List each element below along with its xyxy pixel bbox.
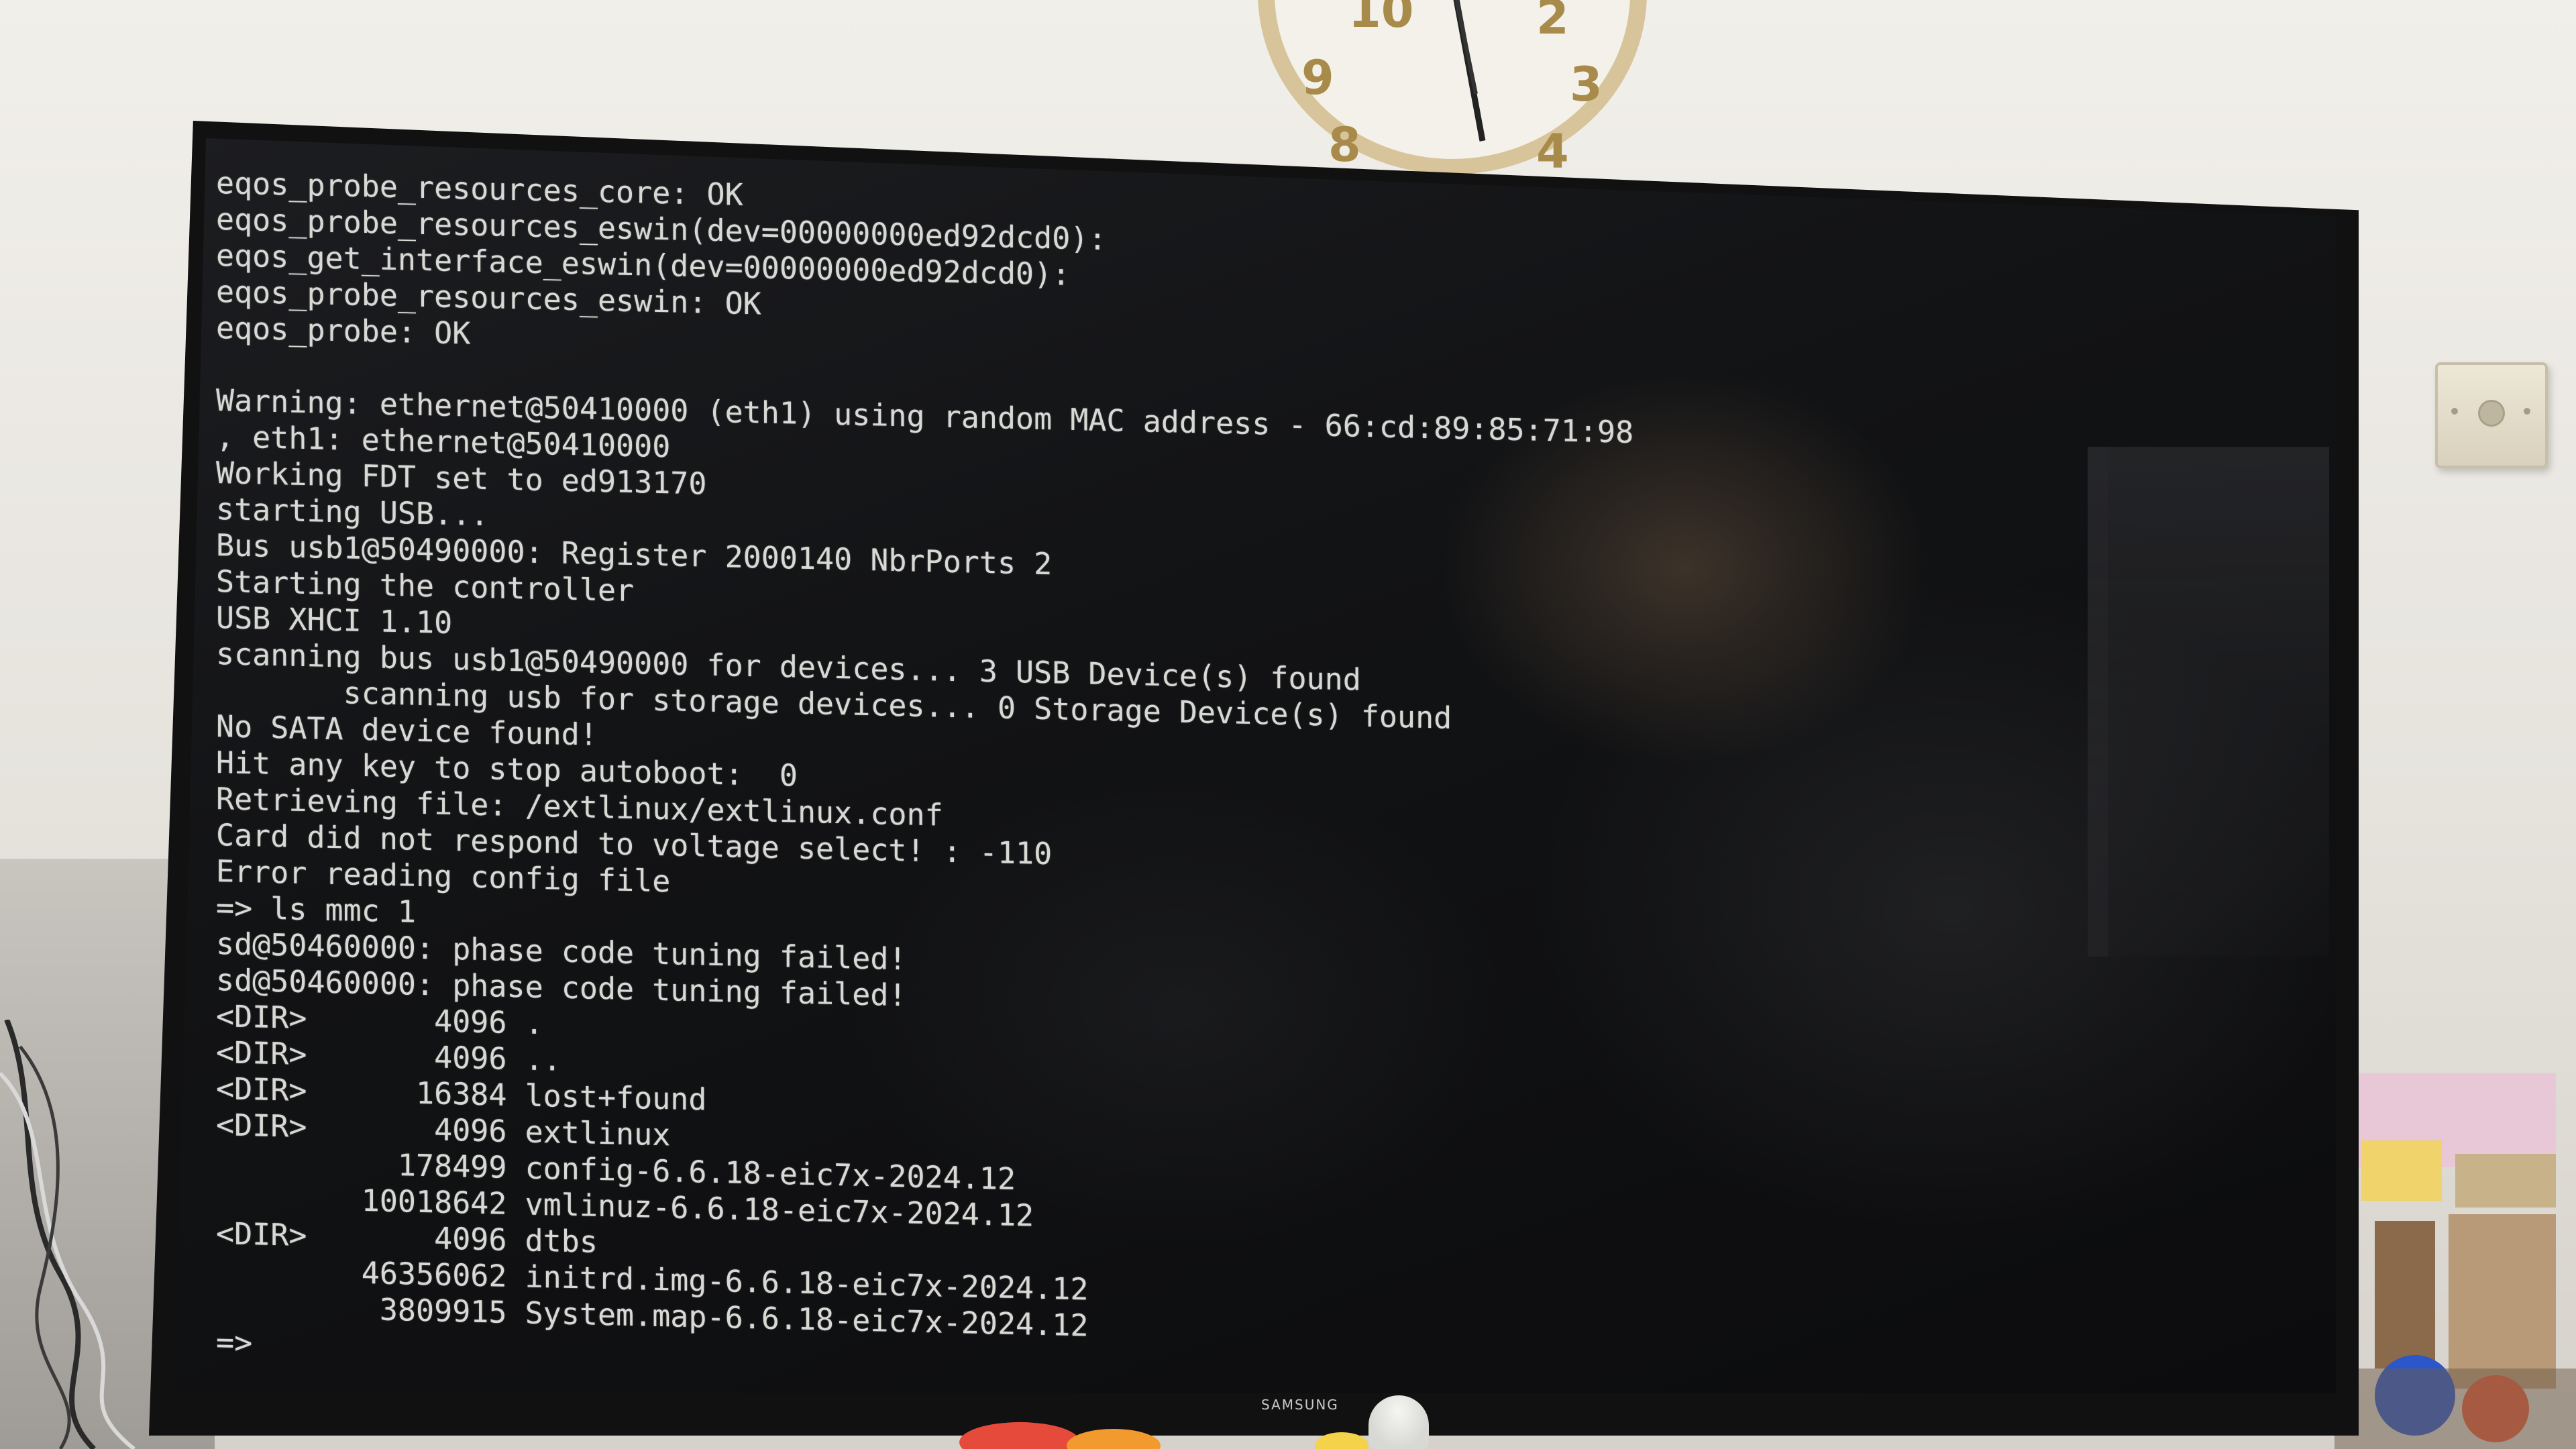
wall-switch-plate bbox=[2435, 362, 2548, 468]
tv-screen: eqos_probe_resources_core: OK eqos_probe_… bbox=[176, 138, 2336, 1393]
clock-numeral-8: 8 bbox=[1328, 117, 1361, 172]
photo-scene: 10 2 9 3 8 4 eqos_probe_resources_core: … bbox=[0, 0, 2576, 1449]
shelf-toys bbox=[959, 1422, 1368, 1449]
clock-numeral-9: 9 bbox=[1301, 50, 1334, 105]
clock-numeral-2: 2 bbox=[1536, 0, 1569, 45]
shelf-clutter bbox=[2334, 1073, 2576, 1449]
switch-screw bbox=[2524, 408, 2530, 415]
switch-knob bbox=[2478, 400, 2505, 427]
cables bbox=[0, 1020, 136, 1449]
window-reflection bbox=[2088, 447, 2329, 957]
clock-numeral-10: 10 bbox=[1348, 0, 1413, 38]
wall-clock: 10 2 9 3 8 4 bbox=[1258, 0, 1647, 179]
clock-numeral-3: 3 bbox=[1570, 57, 1603, 112]
clock-numeral-4: 4 bbox=[1536, 124, 1569, 179]
uboot-console[interactable]: eqos_probe_resources_core: OK eqos_probe_… bbox=[216, 165, 1907, 1393]
tv-brand-logo: SAMSUNG bbox=[1261, 1397, 1339, 1413]
switch-screw bbox=[2451, 408, 2458, 415]
